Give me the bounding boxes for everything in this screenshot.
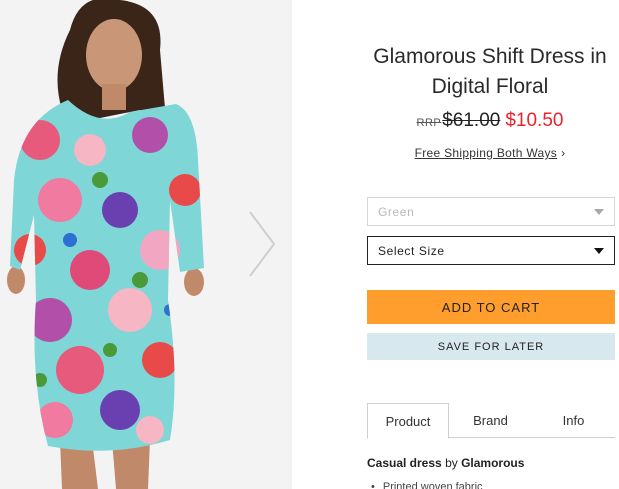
brand-link[interactable]: Glamorous <box>461 456 524 470</box>
product-image[interactable] <box>0 0 292 489</box>
product-type: Casual dress <box>367 456 442 470</box>
add-to-cart-button[interactable]: ADD TO CART <box>367 290 615 324</box>
price-row: RRP$61.00 $10.50 <box>365 110 615 132</box>
original-price: $61.00 <box>442 110 501 131</box>
save-for-later-button[interactable]: SAVE FOR LATER <box>367 333 615 360</box>
size-select-value: Select Size <box>378 243 445 258</box>
rrp-label: RRP <box>416 117 442 129</box>
free-shipping-link[interactable]: Free Shipping Both Ways › <box>365 146 615 160</box>
size-select[interactable]: Select Size <box>367 236 615 265</box>
colour-select-value: Green <box>378 204 415 219</box>
tab-product[interactable]: Product <box>367 403 449 439</box>
chevron-right-small-icon: › <box>561 146 566 160</box>
chevron-down-icon <box>594 208 604 215</box>
chevron-right-icon <box>249 211 276 277</box>
chevron-down-icon <box>594 247 604 254</box>
free-shipping-text[interactable]: Free Shipping Both Ways <box>415 146 558 160</box>
sale-price: $10.50 <box>505 110 564 131</box>
colour-select[interactable]: Green <box>367 197 615 226</box>
by-text: by <box>445 456 458 470</box>
product-description: Casual dress by Glamorous <box>367 456 617 470</box>
product-title: Glamorous Shift Dress in Digital Floral <box>373 45 607 98</box>
next-image-button[interactable] <box>246 208 278 280</box>
info-tabs: Product Brand Info <box>367 403 615 439</box>
description-bullet: Printed woven fabric <box>371 481 611 489</box>
tab-info[interactable]: Info <box>532 403 615 438</box>
tab-brand[interactable]: Brand <box>449 403 532 438</box>
